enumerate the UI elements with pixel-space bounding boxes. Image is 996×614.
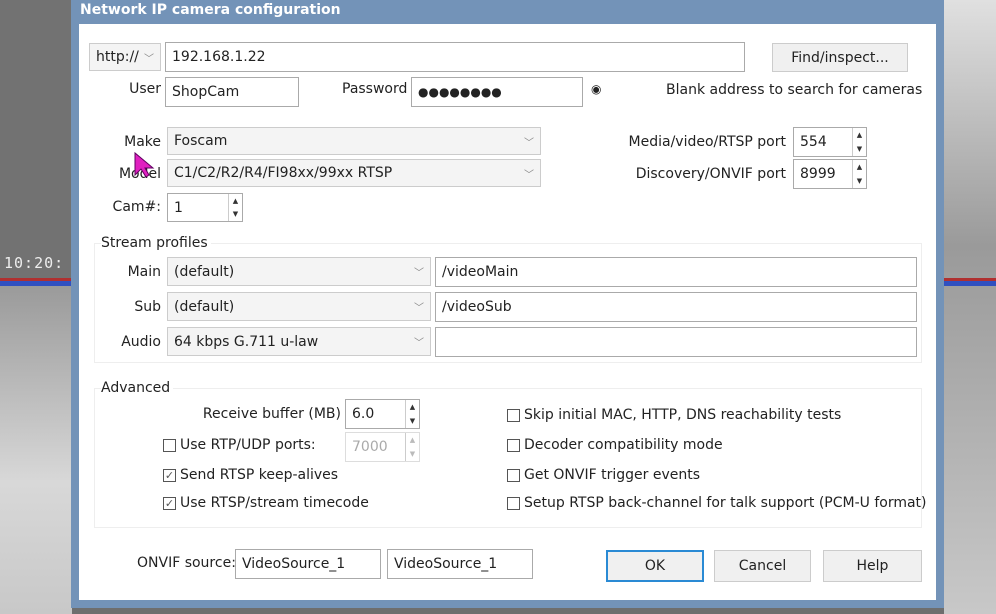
background-camera-view [0, 0, 72, 280]
make-value: Foscam [174, 133, 228, 149]
receive-buffer-value: 6.0 [352, 406, 375, 422]
chevron-down-icon: ﹀ [524, 169, 534, 181]
decoder-compat-label: Decoder compatibility mode [524, 437, 723, 453]
chevron-down-icon: ﹀ [144, 53, 154, 65]
checkbox-icon [507, 468, 520, 482]
onvif-source-label: ONVIF source: [137, 555, 236, 571]
sub-profile-value: (default) [174, 298, 235, 315]
receive-buffer-stepper[interactable]: 6.0 ▲ ▼ [345, 399, 420, 429]
checkbox-icon: ✓ [163, 468, 176, 482]
audio-profile-value: 64 kbps G.711 u-law [174, 333, 319, 350]
backchannel-label: Setup RTSP back-channel for talk support… [524, 495, 927, 511]
chevron-down-icon: ﹀ [524, 137, 534, 149]
cam-number-label: Cam#: [112, 199, 161, 215]
make-label: Make [124, 134, 161, 150]
decoder-compat-checkbox[interactable]: Decoder compatibility mode [507, 437, 723, 453]
scheme-select[interactable]: http:// ﹀ [89, 43, 161, 71]
checkbox-icon [507, 496, 520, 510]
keepalive-checkbox[interactable]: ✓ Send RTSP keep-alives [163, 467, 338, 483]
audio-profile-select[interactable]: 64 kbps G.711 u-law ﹀ [167, 327, 431, 356]
address-input[interactable]: 192.168.1.22 [165, 42, 745, 72]
keepalive-label: Send RTSP keep-alives [180, 467, 339, 483]
skip-tests-label: Skip initial MAC, HTTP, DNS reachability… [524, 407, 842, 423]
model-value: C1/C2/R2/R4/FI98xx/99xx RTSP [174, 165, 393, 181]
ok-button[interactable]: OK [606, 550, 704, 582]
cancel-button[interactable]: Cancel [714, 550, 811, 582]
password-input[interactable]: ●●●●●●●● [411, 77, 583, 107]
main-path-input[interactable]: /videoMain [435, 257, 917, 287]
sub-profile-select[interactable]: (default) ﹀ [167, 292, 431, 321]
cam-number-stepper[interactable]: 1 ▲ ▼ [167, 193, 243, 222]
address-hint: Blank address to search for cameras [666, 82, 923, 98]
audio-label: Audio [121, 334, 161, 350]
spin-arrows-icon[interactable]: ▲ ▼ [228, 194, 242, 221]
model-select[interactable]: C1/C2/R2/R4/FI98xx/99xx RTSP ﹀ [167, 159, 541, 187]
onvif-source-input-2[interactable]: VideoSource_1 [387, 549, 533, 579]
checkbox-icon [163, 438, 176, 452]
main-stream-label: Main [127, 264, 161, 280]
user-input[interactable]: ShopCam [165, 77, 299, 107]
checkbox-icon: ✓ [163, 496, 176, 510]
rtp-udp-checkbox[interactable]: Use RTP/UDP ports: [163, 437, 316, 453]
background-clock: 10:20: [4, 254, 65, 272]
scheme-value: http:// [96, 49, 139, 65]
discovery-port-stepper[interactable]: 8999 ▲ ▼ [793, 159, 867, 189]
media-port-value: 554 [800, 134, 827, 150]
mouse-cursor-icon [134, 151, 155, 178]
background-camera-view [0, 285, 72, 614]
help-button[interactable]: Help [823, 550, 922, 582]
timecode-checkbox[interactable]: ✓ Use RTSP/stream timecode [163, 495, 369, 511]
background-camera-view [944, 0, 996, 614]
spin-arrows-icon[interactable]: ▲ ▼ [852, 128, 866, 156]
backchannel-checkbox[interactable]: Setup RTSP back-channel for talk support… [507, 495, 927, 511]
advanced-title: Advanced [101, 380, 174, 396]
timecode-label: Use RTSP/stream timecode [180, 495, 369, 511]
chevron-down-icon: ﹀ [414, 338, 424, 349]
chevron-down-icon: ﹀ [414, 268, 424, 279]
stream-profiles-title: Stream profiles [101, 235, 211, 251]
sub-stream-label: Sub [134, 299, 161, 315]
rtp-port-stepper[interactable]: 7000 ▲ ▼ [345, 432, 420, 462]
checkbox-icon [507, 408, 520, 422]
spin-arrows-icon[interactable]: ▲ ▼ [405, 400, 419, 428]
main-profile-value: (default) [174, 263, 235, 280]
find-inspect-button[interactable]: Find/inspect... [772, 43, 908, 72]
rtp-udp-label: Use RTP/UDP ports: [180, 437, 316, 453]
rtp-port-value: 7000 [352, 439, 388, 455]
checkbox-icon [507, 438, 520, 452]
chevron-down-icon: ﹀ [414, 303, 424, 314]
audio-path-input[interactable] [435, 327, 917, 357]
onvif-events-label: Get ONVIF trigger events [524, 467, 700, 483]
main-profile-select[interactable]: (default) ﹀ [167, 257, 431, 286]
spin-arrows-icon[interactable]: ▲ ▼ [852, 160, 866, 188]
onvif-source-input-1[interactable]: VideoSource_1 [235, 549, 381, 579]
onvif-events-checkbox[interactable]: Get ONVIF trigger events [507, 467, 700, 483]
password-label: Password [342, 81, 408, 97]
discovery-port-label: Discovery/ONVIF port [635, 166, 786, 182]
sub-path-input[interactable]: /videoSub [435, 292, 917, 322]
receive-buffer-label: Receive buffer (MB) [202, 406, 341, 422]
cam-number-value: 1 [174, 199, 183, 216]
discovery-port-value: 8999 [800, 166, 836, 182]
spin-arrows-icon[interactable]: ▲ ▼ [405, 433, 419, 461]
media-port-label: Media/video/RTSP port [628, 134, 786, 150]
skip-tests-checkbox[interactable]: Skip initial MAC, HTTP, DNS reachability… [507, 407, 841, 423]
show-password-eye-icon[interactable]: ◉ [591, 82, 601, 96]
media-port-stepper[interactable]: 554 ▲ ▼ [793, 127, 867, 157]
make-select[interactable]: Foscam ﹀ [167, 127, 541, 155]
dialog-title: Network IP camera configuration [80, 2, 341, 18]
user-label: User [129, 81, 161, 97]
